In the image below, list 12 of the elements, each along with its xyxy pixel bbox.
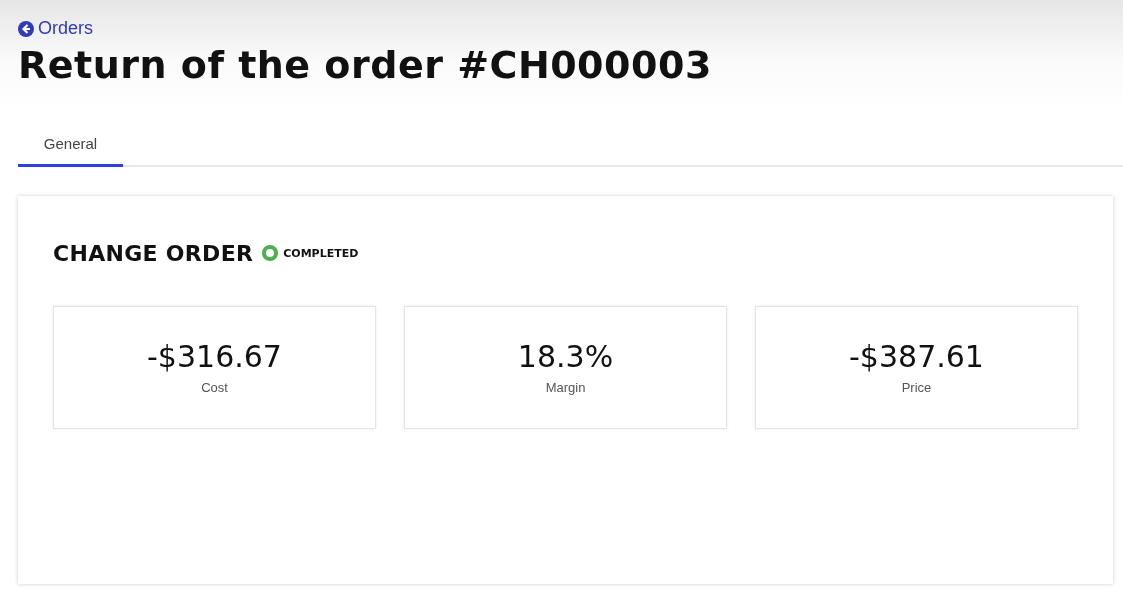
metric-value: -$316.67 [147,339,282,374]
status-label: COMPLETED [283,246,359,260]
metric-value: -$387.61 [849,339,984,374]
general-tab[interactable]: General [18,126,123,167]
metric-label: Price [901,380,932,395]
back-arrow-icon [18,20,34,37]
metric-label: Cost [201,380,228,395]
metric-label: Margin [545,380,586,395]
back-link[interactable]: Orders [18,18,93,39]
page-title: Return of the order #CH000003 [18,42,713,87]
metric-value: 18.3% [517,339,614,374]
section-heading: CHANGE ORDER [53,240,254,266]
